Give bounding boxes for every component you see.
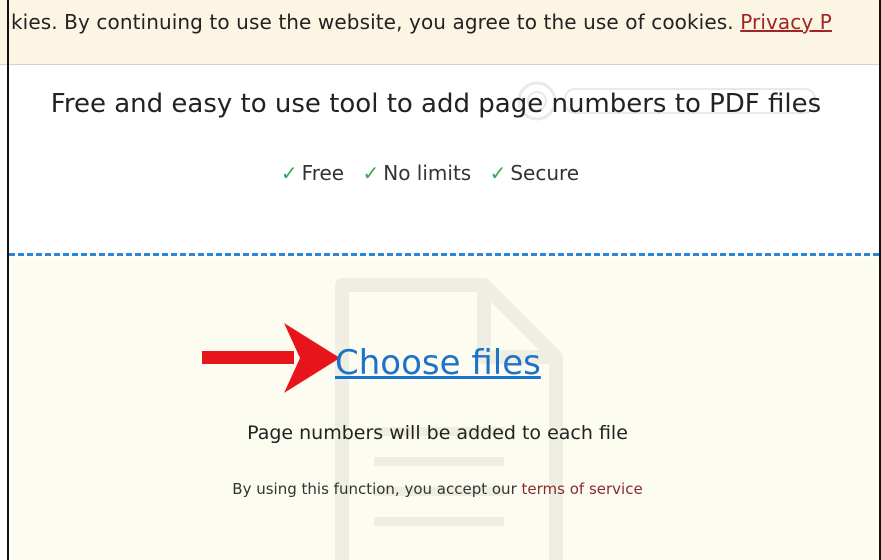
document-icon [335,278,563,560]
cookie-message: kies. By continuing to use the website, … [11,10,832,34]
choose-files-button[interactable]: Choose files [335,343,541,383]
terms-notice: By using this function, you accept our t… [9,480,866,498]
feature-label: No limits [383,161,472,185]
checkmark-icon: ✓ [280,161,298,185]
feature-no-limits: ✓ No limits [362,161,471,185]
terms-prefix: By using this function, you accept our [232,480,517,498]
checkmark-icon: ✓ [362,161,380,185]
file-drop-zone[interactable]: Choose files Page numbers will be added … [9,257,879,560]
feature-label: Free [301,161,345,185]
cookie-banner: kies. By continuing to use the website, … [0,0,879,65]
feature-free: ✓ Free [281,161,344,185]
feature-label: Secure [510,161,580,185]
privacy-policy-link[interactable]: Privacy P [740,10,832,34]
hero-section: Free and easy to use tool to add page nu… [9,65,879,253]
checkmark-icon: ✓ [489,161,507,185]
browser-viewport: kies. By continuing to use the website, … [0,0,881,560]
dashed-separator [9,253,879,256]
window-left-edge [7,0,9,560]
upload-info: Page numbers will be added to each file [247,422,628,444]
terms-of-service-link[interactable]: terms of service [522,480,643,498]
feature-list: ✓ Free ✓ No limits ✓ Secure [9,161,863,185]
red-arrow-icon [202,323,340,393]
cookie-text: kies. By continuing to use the website, … [11,10,734,34]
page-headline: Free and easy to use tool to add page nu… [50,89,822,119]
feature-secure: ✓ Secure [490,161,580,185]
